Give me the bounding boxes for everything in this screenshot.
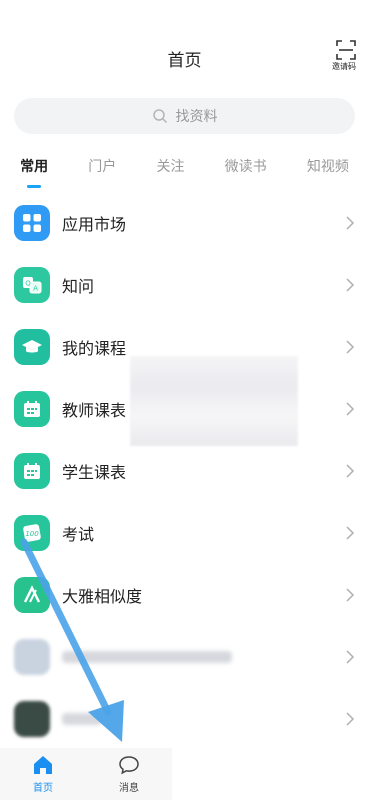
thumbnail-icon xyxy=(14,701,50,737)
list-item-app-market[interactable]: 应用市场 xyxy=(0,192,369,254)
tab-micro-reading[interactable]: 微读书 xyxy=(225,150,267,188)
list-item-label: 知问 xyxy=(62,277,95,296)
grid-icon xyxy=(14,205,50,241)
list-item-zhiwen[interactable]: Q A 知问 xyxy=(0,254,369,316)
top-header: 首页 邀请码 xyxy=(0,0,369,82)
invite-code-button[interactable]: 邀请码 xyxy=(332,40,359,72)
list-item-blurred[interactable] xyxy=(0,688,369,750)
app-list: 应用市场 Q A 知问 我的课程 教师课表 学生课表 100 考试 大雅相似度 xyxy=(0,192,369,750)
list-item-label: 学生课表 xyxy=(62,463,127,482)
search-placeholder: 找资料 xyxy=(175,109,218,125)
blurred-label xyxy=(62,651,232,663)
tab-follow[interactable]: 关注 xyxy=(156,150,184,188)
nav-home-label: 首页 xyxy=(33,783,53,794)
tab-label: 门户 xyxy=(88,159,117,175)
list-item-label: 我的课程 xyxy=(62,339,127,358)
list-item-blurred[interactable] xyxy=(0,626,369,688)
chevron-right-icon xyxy=(346,340,355,354)
search-bar[interactable]: 找资料 xyxy=(14,98,355,134)
list-item-label: 教师课表 xyxy=(62,401,127,420)
invite-code-label: 邀请码 xyxy=(332,62,356,71)
nav-messages-label: 消息 xyxy=(119,783,139,794)
daya-icon xyxy=(14,577,50,613)
list-item-student-schedule[interactable]: 学生课表 xyxy=(0,440,369,502)
tab-common[interactable]: 常用 xyxy=(20,150,48,188)
chevron-right-icon xyxy=(346,464,355,478)
nav-messages[interactable]: 消息 xyxy=(86,748,172,800)
svg-text:Q: Q xyxy=(25,280,31,288)
category-tabs: 常用 门户 关注 微读书 知视频 xyxy=(0,150,369,188)
tab-label: 常用 xyxy=(20,159,49,175)
chevron-right-icon xyxy=(346,650,355,664)
list-item-label: 应用市场 xyxy=(62,215,127,234)
chevron-right-icon xyxy=(346,712,355,726)
tab-label: 关注 xyxy=(156,159,185,175)
bottom-nav: 首页 消息 xyxy=(0,748,172,800)
qa-icon: Q A xyxy=(14,267,50,303)
active-tab-indicator xyxy=(27,185,42,188)
tab-label: 知视频 xyxy=(306,159,349,175)
chevron-right-icon xyxy=(346,588,355,602)
chevron-right-icon xyxy=(346,526,355,540)
calendar-icon xyxy=(14,453,50,489)
graduation-cap-icon xyxy=(14,329,50,365)
list-item-exam[interactable]: 100 考试 xyxy=(0,502,369,564)
calendar-icon xyxy=(14,391,50,427)
list-item-daya-similarity[interactable]: 大雅相似度 xyxy=(0,564,369,626)
thumbnail-icon xyxy=(14,639,50,675)
tab-knowledge-video[interactable]: 知视频 xyxy=(307,150,349,188)
home-icon xyxy=(34,756,52,774)
blurred-overlay xyxy=(130,356,298,446)
list-item-label: 大雅相似度 xyxy=(62,587,143,606)
svg-text:100: 100 xyxy=(25,530,39,538)
chevron-right-icon xyxy=(346,278,355,292)
svg-text:A: A xyxy=(33,285,38,293)
chevron-right-icon xyxy=(346,216,355,230)
exam-100-icon: 100 xyxy=(14,515,50,551)
list-item-label: 考试 xyxy=(62,525,95,544)
scan-icon xyxy=(336,40,356,60)
search-icon xyxy=(152,109,167,124)
chat-bubble-icon xyxy=(119,756,139,775)
tab-portal[interactable]: 门户 xyxy=(88,150,116,188)
nav-home[interactable]: 首页 xyxy=(0,748,86,800)
tab-label: 微读书 xyxy=(224,159,267,175)
page-title: 首页 xyxy=(167,51,202,71)
chevron-right-icon xyxy=(346,402,355,416)
blurred-label xyxy=(62,713,102,725)
